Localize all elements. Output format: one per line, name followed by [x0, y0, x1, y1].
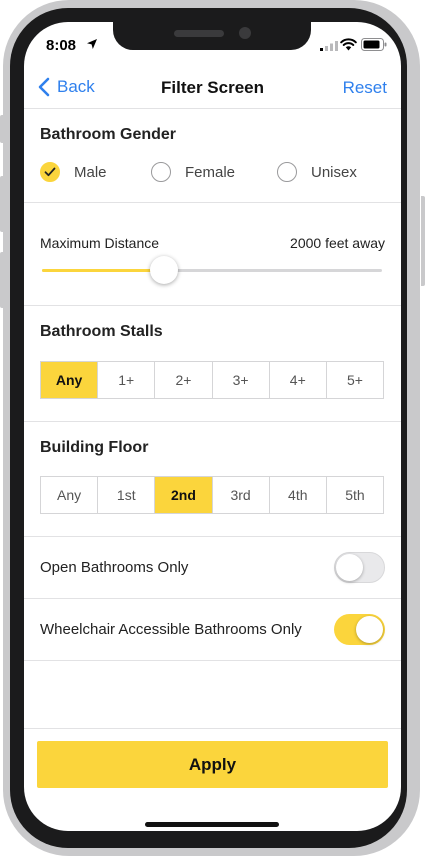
radio-label: Female — [185, 163, 236, 181]
radio-unisex[interactable]: Unisex — [277, 162, 357, 182]
apply-area: Apply — [24, 728, 401, 831]
open-bathrooms-label: Open Bathrooms Only — [40, 559, 189, 576]
front-camera — [239, 27, 251, 39]
reset-button[interactable]: Reset — [343, 78, 387, 98]
open-bathrooms-toggle[interactable] — [334, 552, 385, 583]
distance-value: 2000 feet away — [290, 235, 385, 251]
status-time: 8:08 — [46, 37, 77, 54]
stalls-title: Bathroom Stalls — [40, 323, 163, 340]
screen: 8:08 Back Filter Screen Reset Bathroom G… — [24, 22, 401, 831]
wheelchair-row: Wheelchair Accessible Bathrooms Only — [24, 599, 401, 661]
stalls-option[interactable]: 3+ — [213, 362, 270, 398]
phone-side-button — [0, 115, 4, 143]
stalls-option[interactable]: 1+ — [98, 362, 156, 398]
stalls-option[interactable]: Any — [41, 362, 99, 398]
cellular-signal-icon — [320, 41, 338, 51]
slider-fill — [42, 269, 165, 272]
floor-section: Building Floor Any 1st 2nd 3rd 4th 5th — [24, 422, 401, 537]
gender-section: Bathroom Gender Male Female Unisex — [24, 109, 401, 203]
phone-volume-down-button — [0, 252, 4, 308]
slider-thumb[interactable] — [150, 256, 179, 284]
toggle-knob — [356, 616, 383, 643]
radio-unchecked-icon — [277, 162, 297, 182]
stalls-option[interactable]: 5+ — [327, 362, 383, 398]
radio-label: Male — [74, 163, 107, 181]
floor-title: Building Floor — [40, 439, 149, 456]
location-arrow-icon — [87, 39, 97, 49]
checkmark-icon — [44, 167, 56, 177]
stalls-segmented-control: Any 1+ 2+ 3+ 4+ 5+ — [40, 361, 384, 399]
phone-volume-up-button — [0, 176, 4, 232]
stalls-option[interactable]: 4+ — [270, 362, 327, 398]
wifi-icon — [340, 38, 357, 51]
speaker-grille — [174, 30, 224, 37]
floor-option[interactable]: Any — [41, 477, 99, 513]
open-bathrooms-row: Open Bathrooms Only — [24, 537, 401, 599]
apply-button[interactable]: Apply — [37, 741, 388, 788]
radio-label: Unisex — [311, 163, 357, 181]
notch — [113, 22, 311, 50]
floor-option[interactable]: 5th — [327, 477, 383, 513]
radio-unchecked-icon — [151, 162, 171, 182]
distance-slider[interactable] — [42, 256, 382, 284]
phone-power-button — [421, 196, 425, 286]
floor-option[interactable]: 4th — [270, 477, 327, 513]
floor-option[interactable]: 3rd — [213, 477, 270, 513]
radio-male[interactable]: Male — [40, 162, 107, 182]
toggle-knob — [336, 554, 363, 581]
nav-bar: Back Filter Screen Reset — [24, 72, 401, 109]
distance-section: Maximum Distance 2000 feet away — [24, 203, 401, 306]
gender-title: Bathroom Gender — [40, 126, 177, 143]
stalls-option[interactable]: 2+ — [155, 362, 213, 398]
radio-checked-icon — [40, 162, 60, 182]
home-indicator — [145, 822, 279, 827]
radio-female[interactable]: Female — [151, 162, 235, 182]
floor-segmented-control: Any 1st 2nd 3rd 4th 5th — [40, 476, 384, 514]
wheelchair-toggle[interactable] — [334, 614, 385, 645]
floor-option[interactable]: 1st — [98, 477, 156, 513]
floor-option[interactable]: 2nd — [155, 477, 213, 513]
distance-label: Maximum Distance — [40, 235, 160, 251]
wheelchair-label: Wheelchair Accessible Bathrooms Only — [40, 621, 302, 638]
stalls-section: Bathroom Stalls Any 1+ 2+ 3+ 4+ 5+ — [24, 306, 401, 422]
battery-icon — [361, 38, 387, 51]
